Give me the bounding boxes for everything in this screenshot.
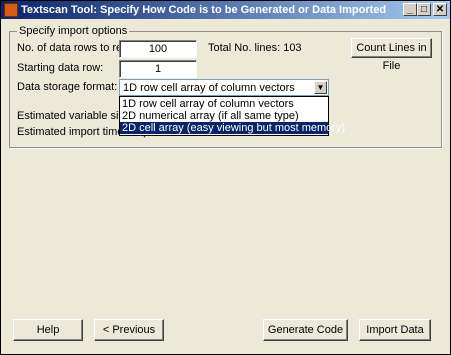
- import-data-button[interactable]: Import Data: [359, 319, 431, 341]
- format-option[interactable]: 2D numerical array (if all same type): [120, 110, 328, 122]
- count-lines-button[interactable]: Count Lines in File: [351, 38, 432, 72]
- minimize-button[interactable]: _: [403, 3, 417, 16]
- total-lines-text: Total No. lines: 103: [208, 42, 302, 54]
- chevron-down-icon[interactable]: ▼: [314, 81, 327, 94]
- format-select-value: 1D row cell array of column vectors: [123, 82, 295, 94]
- format-option[interactable]: 1D row cell array of column vectors: [120, 98, 328, 110]
- window-title: Textscan Tool: Specify How Code is to be…: [21, 4, 387, 16]
- start-row-input[interactable]: 1: [119, 60, 197, 78]
- generate-code-button[interactable]: Generate Code: [263, 319, 348, 341]
- close-button[interactable]: ✕: [433, 3, 447, 16]
- rows-input[interactable]: 100: [119, 40, 197, 58]
- matlab-icon: [4, 3, 18, 17]
- format-option-selected[interactable]: 2D cell array (easy viewing but most mem…: [120, 122, 345, 134]
- format-dropdown-list: 1D row cell array of column vectors 2D n…: [119, 96, 345, 136]
- format-select[interactable]: 1D row cell array of column vectors ▼: [119, 79, 329, 96]
- help-button[interactable]: Help: [13, 319, 83, 341]
- start-row-label: Starting data row:: [17, 62, 104, 74]
- previous-button[interactable]: < Previous: [94, 319, 164, 341]
- maximize-button[interactable]: □: [417, 3, 431, 16]
- format-label: Data storage format:: [17, 81, 118, 93]
- group-legend: Specify import options: [17, 25, 130, 37]
- textscan-window: Textscan Tool: Specify How Code is to be…: [0, 0, 451, 355]
- title-bar: Textscan Tool: Specify How Code is to be…: [1, 1, 450, 19]
